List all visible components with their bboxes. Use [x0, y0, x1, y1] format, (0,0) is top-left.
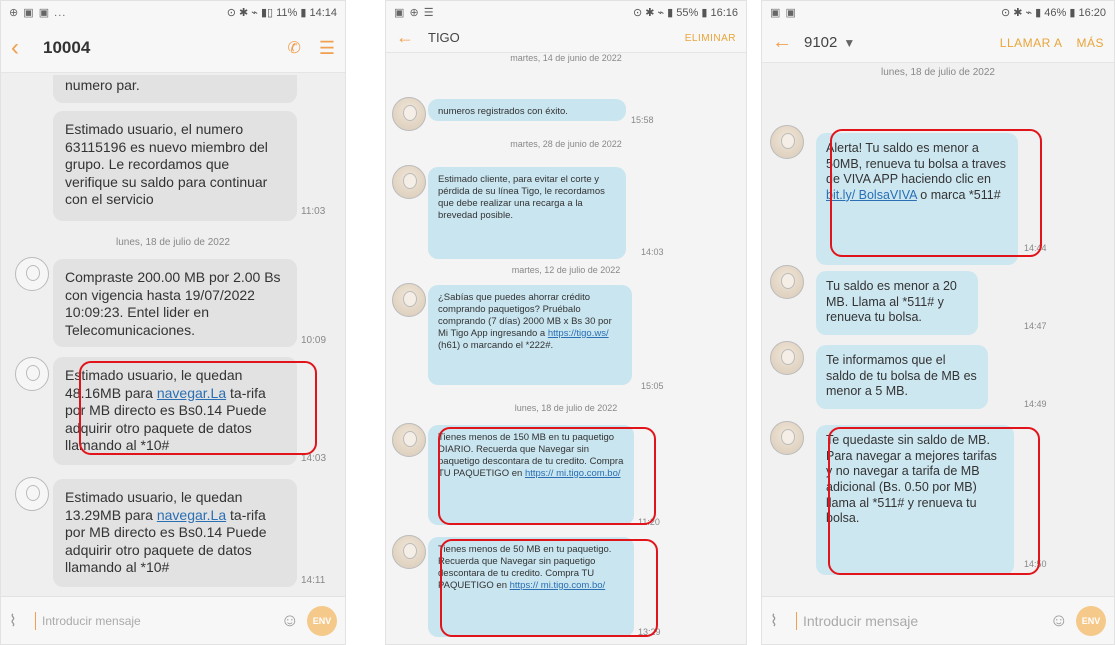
message-text: Tu saldo es menor a 20 MB. Llama al *511… [826, 279, 957, 325]
message-time: 15:05 [641, 381, 664, 391]
message-composer: ⌇ Introducir mensaje ☺ ENV [1, 596, 345, 644]
message-text: Estimado usuario, el numero 63115196 es … [65, 121, 268, 207]
message-bubble: Compraste 200.00 MB por 2.00 Bs con vige… [53, 259, 297, 347]
status-bar: ⊕ ▣ ▣ ... ⊙ ✱ ⌁ ▮▯ 11% ▮ 14:14 [1, 1, 345, 23]
date-separator: martes, 12 de julio de 2022 [511, 265, 621, 275]
back-arrow-icon[interactable]: ← [772, 31, 804, 54]
avatar-icon [15, 257, 49, 291]
message-bubble: Estimado cliente, para evitar el corte y… [428, 167, 626, 259]
phone-icon[interactable]: ✆ [287, 38, 300, 58]
attach-icon[interactable]: ⌇ [770, 611, 792, 631]
message-text: numeros registrados con éxito. [438, 106, 568, 117]
date-separator: lunes, 18 de julio de 2022 [881, 67, 995, 78]
send-button[interactable]: ENV [307, 605, 337, 636]
status-icons-left: ⊕ ▣ ▣ ... [9, 6, 67, 19]
message-link[interactable]: https://tigo.ws/ [548, 328, 609, 339]
more-button[interactable]: MÁS [1076, 36, 1104, 50]
message-time: 14:11 [301, 575, 326, 586]
message-text-after: (h61) o marcando el *222#. [438, 339, 554, 351]
contact-name: 9102 [804, 34, 838, 51]
message-list: martes, 14 de junio de 2022 numeros regi… [386, 53, 746, 644]
attach-icon[interactable]: ⌇ [9, 611, 31, 631]
status-icons-right: ⊙ ✱ ⌁ ▮▯ 11% ▮ 14:14 [226, 6, 337, 19]
message-bubble: Te informamos que el saldo de tu bolsa d… [816, 345, 988, 409]
avatar-icon [392, 97, 426, 131]
avatar-icon [392, 283, 426, 317]
message-bubble: numeros registrados con éxito. [428, 99, 626, 121]
send-button[interactable]: ENV [1076, 605, 1106, 636]
back-arrow-icon[interactable]: ‹ [11, 34, 43, 62]
message-text: numero par. [65, 77, 140, 93]
date-separator: lunes, 18 de julio de 2022 [514, 403, 618, 413]
avatar-icon [392, 165, 426, 199]
phone-screen-1: ⊕ ▣ ▣ ... ⊙ ✱ ⌁ ▮▯ 11% ▮ 14:14 ‹ 10004 ✆… [0, 0, 346, 645]
status-icons-left: ▣ ⊕ ☰ [394, 6, 435, 19]
message-input[interactable]: Introducir mensaje [796, 611, 1050, 630]
message-text: Estimado cliente, para evitar el corte y… [438, 174, 605, 221]
date-separator: martes, 28 de junio de 2022 [510, 139, 622, 149]
conversation-header: ‹ 10004 ✆ ☰ [1, 23, 345, 73]
status-bar: ▣ ⊕ ☰ ⊙ ✱ ⌁ ▮ 55% ▮ 16:16 [386, 1, 746, 23]
message-bubble: Tu saldo es menor a 20 MB. Llama al *511… [816, 271, 978, 335]
message-time: 10:09 [301, 335, 327, 346]
caret-down-icon[interactable]: ▼ [843, 36, 855, 50]
avatar-icon [392, 535, 426, 569]
back-arrow-icon[interactable]: ← [396, 27, 428, 48]
delete-button[interactable]: ELIMINAR [685, 33, 736, 44]
date-separator: lunes, 18 de julio de 2022 [116, 237, 230, 248]
highlight-box [440, 539, 658, 637]
phone-screen-3: ▣ ▣ ⊙ ✱ ⌁ ▮ 46% ▮ 16:20 ← 9102 ▼ LLAMAR … [761, 0, 1115, 645]
message-time: 14:47 [1024, 321, 1047, 331]
smiley-icon[interactable]: ☺ [1050, 610, 1068, 631]
message-time: 14:03 [641, 247, 664, 257]
message-time: 14:49 [1024, 399, 1047, 409]
avatar-icon [15, 357, 49, 391]
avatar-icon [15, 477, 49, 511]
avatar-icon [770, 341, 804, 375]
highlight-box [830, 129, 1042, 257]
phone-screen-2: ▣ ⊕ ☰ ⊙ ✱ ⌁ ▮ 55% ▮ 16:16 ← TIGO ELIMINA… [385, 0, 747, 645]
message-link[interactable]: navegar.La [157, 507, 226, 523]
avatar-icon [392, 423, 426, 457]
call-button[interactable]: LLAMAR A [1000, 36, 1063, 50]
message-list: lunes, 18 de julio de 2022 Alerta! Tu sa… [762, 63, 1114, 596]
message-composer: ⌇ Introducir mensaje ☺ ENV [762, 596, 1114, 644]
highlight-box [828, 427, 1040, 575]
message-bubble: Estimado usuario, el numero 63115196 es … [53, 111, 297, 221]
message-text: Compraste 200.00 MB por 2.00 Bs con vige… [65, 269, 281, 338]
status-icons-right: ⊙ ✱ ⌁ ▮ 46% ▮ 16:20 [1000, 6, 1106, 19]
avatar-icon [770, 421, 804, 455]
conversation-header: ← 9102 ▼ LLAMAR A MÁS [762, 23, 1114, 63]
message-input[interactable]: Introducir mensaje [35, 611, 281, 630]
status-bar: ▣ ▣ ⊙ ✱ ⌁ ▮ 46% ▮ 16:20 [762, 1, 1114, 23]
contact-name: 10004 [43, 37, 91, 57]
message-bubble: ¿Sabías que puedes ahorrar crédito compr… [428, 285, 632, 385]
status-icons-right: ⊙ ✱ ⌁ ▮ 55% ▮ 16:16 [632, 6, 738, 19]
highlight-box [79, 361, 317, 455]
message-time: 15:58 [631, 115, 654, 125]
avatar-icon [770, 265, 804, 299]
highlight-box [438, 427, 656, 525]
message-time: 11:03 [301, 206, 326, 217]
message-bubble: Estimado usuario, le quedan 13.29MB para… [53, 479, 297, 587]
menu-icon[interactable]: ☰ [319, 38, 335, 59]
avatar-icon [770, 125, 804, 159]
date-separator: martes, 14 de junio de 2022 [510, 53, 622, 63]
message-list: numero par. Estimado usuario, el numero … [1, 73, 345, 596]
message-text: Te informamos que el saldo de tu bolsa d… [826, 353, 977, 399]
status-icons-left: ▣ ▣ [770, 6, 797, 19]
contact-name: TIGO [428, 30, 460, 45]
smiley-icon[interactable]: ☺ [281, 610, 299, 631]
conversation-header: ← TIGO ELIMINAR [386, 23, 746, 53]
message-bubble: numero par. [53, 75, 297, 103]
